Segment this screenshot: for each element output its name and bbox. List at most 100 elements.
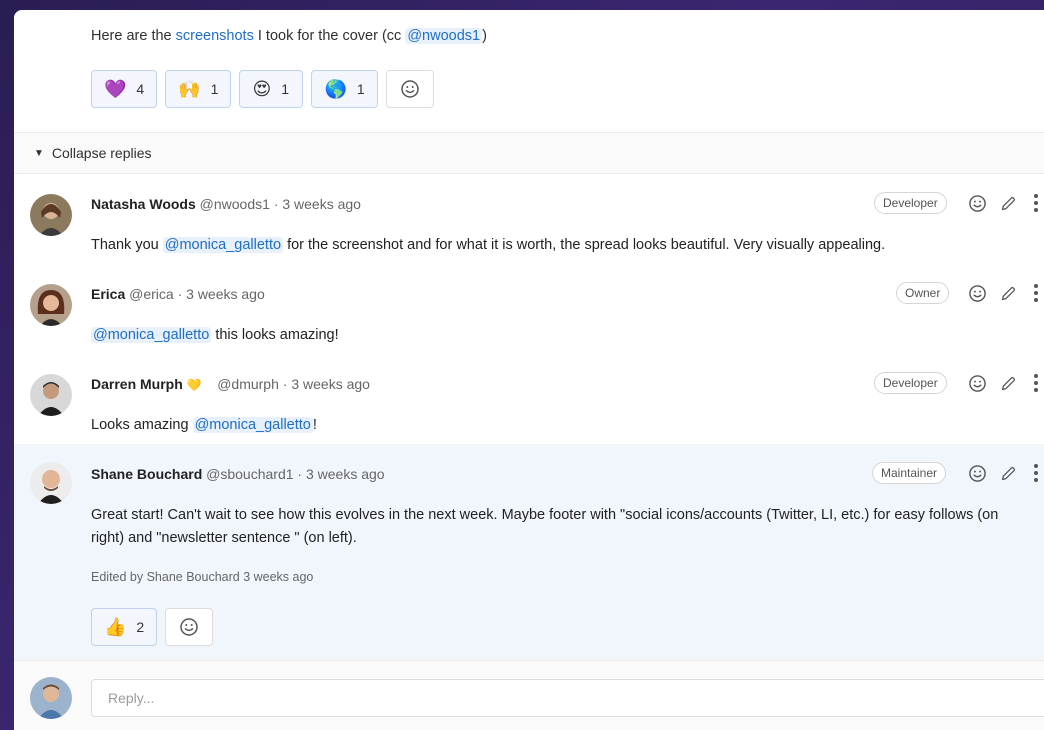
- avatar[interactable]: [30, 284, 72, 326]
- add-reaction-button[interactable]: [966, 372, 988, 394]
- discussion-card: Here are the screenshots I took for the …: [14, 10, 1044, 730]
- avatar[interactable]: [30, 194, 72, 236]
- note-erica: Erica @erica · 3 weeks ago Owner @monica…: [14, 264, 1044, 354]
- note-body-part: !: [312, 417, 317, 433]
- note-body-part: for the screenshot and for what it is wo…: [283, 237, 886, 253]
- thumbs-up-icon: 👍: [104, 617, 127, 637]
- top-comment-text-part: ): [482, 28, 487, 44]
- kebab-menu-icon: [1034, 464, 1038, 482]
- reaction-heart-eyes[interactable]: 😍 1: [239, 70, 304, 108]
- kebab-menu-icon: [1034, 194, 1038, 212]
- author-name[interactable]: Natasha Woods: [91, 196, 196, 212]
- note-header: Erica @erica · 3 weeks ago: [91, 286, 265, 302]
- smiley-icon: [968, 464, 986, 482]
- chevron-down-icon: ▼: [34, 147, 44, 159]
- note-body: @monica_galletto this looks amazing!: [91, 324, 339, 347]
- author-handle[interactable]: @dmurph: [217, 376, 279, 392]
- pencil-icon: [1001, 466, 1015, 480]
- avatar[interactable]: [30, 374, 72, 416]
- more-actions-button[interactable]: [1025, 192, 1044, 214]
- note-header: Natasha Woods @nwoods1 · 3 weeks ago: [91, 196, 361, 212]
- reply-input[interactable]: [91, 679, 1044, 717]
- note-body: Looks amazing @monica_galletto!: [91, 414, 317, 437]
- add-reaction-button[interactable]: [966, 282, 988, 304]
- more-actions-button[interactable]: [1025, 462, 1044, 484]
- note-header: Shane Bouchard @sbouchard1 · 3 weeks ago: [91, 466, 385, 482]
- collapse-replies-button[interactable]: ▼ Collapse replies: [14, 132, 1044, 174]
- reaction-raised-hands[interactable]: 🙌 1: [165, 70, 232, 108]
- smiley-icon: [180, 618, 198, 636]
- author-handle[interactable]: @nwoods1: [200, 196, 270, 212]
- role-badge: Developer: [874, 372, 947, 394]
- note-natasha-woods: Natasha Woods @nwoods1 · 3 weeks ago Dev…: [14, 174, 1044, 264]
- add-reaction-button[interactable]: [165, 608, 214, 646]
- heart-eyes-icon: 😍: [252, 79, 272, 99]
- timestamp: · 3 weeks ago: [282, 376, 370, 392]
- pencil-icon: [1001, 196, 1015, 210]
- more-actions-button[interactable]: [1025, 282, 1044, 304]
- reaction-list: 👍 2: [91, 608, 214, 646]
- note-body-part: Looks amazing: [91, 417, 193, 433]
- reaction-purple-heart[interactable]: 💜 4: [91, 70, 158, 108]
- timestamp: · 3 weeks ago: [177, 286, 265, 302]
- edit-button[interactable]: [997, 192, 1019, 214]
- mention-nwoods1[interactable]: @nwoods1: [405, 28, 483, 44]
- top-comment-text-part: I took for the cover (cc: [253, 28, 406, 44]
- smiley-icon: [400, 80, 419, 98]
- add-reaction-button[interactable]: [385, 70, 434, 108]
- note-body: Thank you @monica_galletto for the scree…: [91, 234, 885, 257]
- purple-heart-icon: 💜: [104, 79, 127, 99]
- globe-icon: 🌎: [324, 79, 347, 99]
- role-badge: Owner: [896, 282, 950, 304]
- mention-monica-galletto[interactable]: @monica_galletto: [91, 327, 212, 343]
- author-name[interactable]: Darren Murph: [91, 376, 183, 392]
- mention-monica-galletto[interactable]: @monica_galletto: [162, 237, 284, 253]
- author-name[interactable]: Erica: [91, 286, 125, 302]
- author-name[interactable]: Shane Bouchard: [91, 466, 202, 482]
- top-comment-text-part: Here are the: [91, 28, 176, 44]
- reaction-count: 4: [136, 81, 145, 97]
- top-comment-text: Here are the screenshots I took for the …: [91, 28, 487, 44]
- pencil-icon: [1001, 376, 1015, 390]
- top-comment: Here are the screenshots I took for the …: [14, 10, 1044, 132]
- note-body-part: Thank you: [91, 237, 163, 253]
- kebab-menu-icon: [1034, 374, 1038, 392]
- edit-button[interactable]: [997, 462, 1019, 484]
- raised-hands-icon: 🙌: [178, 79, 201, 99]
- note-darren-murph: Darren Murph 💛 @dmurph · 3 weeks ago Dev…: [14, 354, 1044, 444]
- collapse-replies-label: Collapse replies: [51, 145, 152, 161]
- edit-button[interactable]: [997, 372, 1019, 394]
- smiley-icon: [968, 284, 986, 302]
- mention-monica-galletto[interactable]: @monica_galletto: [192, 417, 313, 433]
- timestamp: · 3 weeks ago: [273, 196, 361, 212]
- screenshots-link[interactable]: screenshots: [176, 28, 254, 44]
- reaction-thumbs-up[interactable]: 👍 2: [91, 608, 158, 646]
- note-body-line: Great start! Can't wait to see how this …: [91, 507, 999, 523]
- edit-button[interactable]: [997, 282, 1019, 304]
- note-body-line: right) and "newsletter sentence " (on le…: [91, 530, 357, 546]
- timestamp: · 3 weeks ago: [297, 466, 385, 482]
- role-badge: Developer: [874, 192, 947, 214]
- more-actions-button[interactable]: [1025, 372, 1044, 394]
- add-reaction-button[interactable]: [966, 462, 988, 484]
- reaction-globe[interactable]: 🌎 1: [311, 70, 378, 108]
- note-body: Great start! Can't wait to see how this …: [91, 504, 998, 550]
- reply-area: [14, 660, 1044, 730]
- edited-by-label: Edited by Shane Bouchard 3 weeks ago: [91, 570, 314, 584]
- reaction-list: 💜 4 🙌 1 😍 1 🌎 1: [91, 70, 434, 108]
- current-user-avatar[interactable]: [30, 677, 72, 719]
- role-badge: Maintainer: [872, 462, 947, 484]
- avatar[interactable]: [30, 462, 72, 504]
- kebab-menu-icon: [1034, 284, 1038, 302]
- smiley-icon: [968, 374, 986, 392]
- pencil-icon: [1001, 286, 1015, 300]
- author-handle[interactable]: @sbouchard1: [206, 466, 293, 482]
- author-handle[interactable]: @erica: [129, 286, 174, 302]
- add-reaction-button[interactable]: [966, 192, 988, 214]
- yellow-heart-icon: 💛: [186, 378, 202, 392]
- smiley-icon: [968, 194, 986, 212]
- reaction-count: 2: [136, 619, 145, 635]
- note-shane-bouchard: Shane Bouchard @sbouchard1 · 3 weeks ago…: [14, 444, 1044, 660]
- reaction-count: 1: [356, 81, 365, 97]
- reaction-count: 1: [210, 81, 219, 97]
